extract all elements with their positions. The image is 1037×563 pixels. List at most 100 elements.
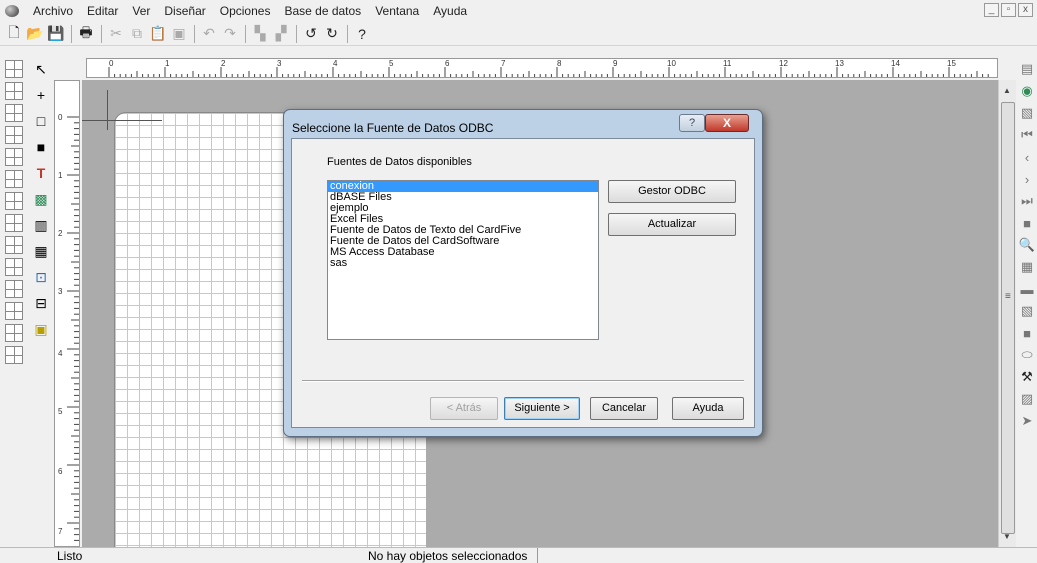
dialog-title: Seleccione la Fuente de Datos ODBC — [292, 121, 494, 135]
print-preview-icon[interactable]: ▦ — [1018, 258, 1036, 276]
list-item[interactable]: sas — [328, 258, 598, 269]
grid-icon[interactable] — [5, 126, 23, 144]
horizontal-ruler: 0 1 2 3 4 5 6 7 8 9 10 11 12 13 14 15 — [86, 58, 998, 78]
last-record-icon[interactable]: ⏭ — [1018, 192, 1036, 210]
redo-icon[interactable]: ↷ — [220, 24, 240, 44]
print-icon[interactable]: 🖶 — [76, 24, 96, 44]
help-button[interactable]: Ayuda — [672, 397, 744, 420]
odbc-dialog: Seleccione la Fuente de Datos ODBC ? X F… — [283, 109, 763, 437]
menu-archivo[interactable]: Archivo — [26, 1, 80, 21]
pointer-icon[interactable]: ↖ — [30, 58, 52, 80]
magstripe-icon[interactable]: ⊟ — [30, 292, 52, 314]
grid-icon[interactable] — [5, 236, 23, 254]
hammer-icon[interactable]: ⚒ — [1018, 368, 1036, 386]
app-icon[interactable] — [4, 3, 20, 19]
minimize-button[interactable]: _ — [984, 3, 999, 17]
field-tool-icon[interactable]: ⊡ — [30, 266, 52, 288]
rectangle-icon[interactable]: □ — [30, 110, 52, 132]
arrow-icon[interactable]: ➤ — [1018, 412, 1036, 430]
rotate-left-icon[interactable]: ↺ — [301, 24, 321, 44]
line-tool-icon[interactable]: + — [30, 84, 52, 106]
vertical-ruler: 0 1 2 3 4 5 6 7 — [54, 80, 80, 547]
chip-icon[interactable]: ▣ — [30, 318, 52, 340]
grid-icon[interactable] — [5, 346, 23, 364]
scroll-up-icon[interactable]: ▲ — [1003, 86, 1011, 95]
gestor-odbc-button[interactable]: Gestor ODBC — [608, 180, 736, 203]
scroll-thumb[interactable]: ≡ — [1001, 102, 1015, 534]
dialog-separator — [302, 380, 744, 382]
status-bar: Listo No hay objetos seleccionados — [0, 547, 1037, 563]
scroll-down-icon[interactable]: ▼ — [1003, 532, 1011, 541]
guide-line — [107, 90, 108, 130]
dialog-close-button[interactable]: X — [705, 114, 749, 132]
menu-disenar[interactable]: Diseñar — [157, 1, 212, 21]
maximize-button[interactable]: ▫ — [1001, 3, 1016, 17]
data-sources-list[interactable]: conexion dBASE Files ejemplo Excel Files… — [327, 180, 599, 340]
grid-icon[interactable] — [5, 104, 23, 122]
grid-icon[interactable] — [5, 148, 23, 166]
filled-rectangle-icon[interactable]: ■ — [30, 136, 52, 158]
grid-icon[interactable] — [5, 258, 23, 276]
image-tool-icon[interactable]: ▩ — [30, 188, 52, 210]
menu-base-de-datos[interactable]: Base de datos — [277, 1, 368, 21]
printer-icon[interactable]: ⬭ — [1018, 346, 1036, 364]
previous-record-icon[interactable]: ‹ — [1018, 148, 1036, 166]
grid-palette — [0, 58, 28, 408]
menu-ayuda[interactable]: Ayuda — [426, 1, 474, 21]
record-icon[interactable]: ■ — [1018, 214, 1036, 232]
cut-icon[interactable]: ✂ — [106, 24, 126, 44]
menu-opciones[interactable]: Opciones — [213, 1, 278, 21]
database-icon[interactable]: ◉ — [1018, 82, 1036, 100]
toolbar-separator — [101, 24, 102, 43]
card-stack-icon[interactable]: ▧ — [1018, 302, 1036, 320]
undo-icon[interactable]: ↶ — [199, 24, 219, 44]
menu-ver[interactable]: Ver — [125, 1, 157, 21]
search-icon[interactable]: 🔍 — [1018, 236, 1036, 254]
cancel-button[interactable]: Cancelar — [590, 397, 658, 420]
copy-icon[interactable]: ⧉ — [127, 24, 147, 44]
help-icon[interactable]: ? — [352, 24, 372, 44]
next-record-icon[interactable]: › — [1018, 170, 1036, 188]
toolbar-separator — [296, 24, 297, 43]
dialog-help-button[interactable]: ? — [679, 114, 705, 132]
printer-icon[interactable]: ▬ — [1018, 280, 1036, 298]
grid-icon[interactable] — [5, 192, 23, 210]
text-tool-icon[interactable]: T — [30, 162, 52, 184]
send-backward-icon[interactable]: ▞ — [271, 24, 291, 44]
bring-forward-icon[interactable]: ▚ — [250, 24, 270, 44]
encode-icon[interactable]: ▨ — [1018, 390, 1036, 408]
next-button[interactable]: Siguiente > — [504, 397, 580, 420]
rotate-right-icon[interactable]: ↻ — [322, 24, 342, 44]
first-record-icon[interactable]: ⏮ — [1018, 126, 1036, 144]
pattern-icon[interactable]: ▦ — [30, 240, 52, 262]
selection-status: No hay objetos seleccionados — [368, 548, 538, 563]
paste-special-icon[interactable]: ▣ — [169, 24, 189, 44]
new-document-icon[interactable]: 🗋 — [4, 24, 24, 44]
save-icon[interactable]: 💾 — [46, 24, 66, 44]
layer-icon[interactable]: ■ — [1018, 324, 1036, 342]
list-item[interactable]: MS Access Database — [328, 247, 598, 258]
menu-editar[interactable]: Editar — [80, 1, 125, 21]
toolbar: 🗋 📂 💾 🖶 ✂ ⧉ 📋 ▣ ↶ ↷ ▚ ▞ ↺ ↻ ? — [0, 22, 1037, 46]
menu-ventana[interactable]: Ventana — [368, 1, 426, 21]
toolbar-separator — [71, 24, 72, 43]
barcode-icon[interactable]: ▥ — [30, 214, 52, 236]
table-icon[interactable]: ▤ — [1018, 60, 1036, 78]
grid-icon[interactable] — [5, 214, 23, 232]
grid-icon[interactable] — [5, 170, 23, 188]
filter-icon[interactable]: ▧ — [1018, 104, 1036, 122]
back-button[interactable]: < Atrás — [430, 397, 498, 420]
menu-bar: Archivo Editar Ver Diseñar Opciones Base… — [0, 0, 1037, 22]
grid-icon[interactable] — [5, 82, 23, 100]
vertical-scrollbar[interactable]: ▲ ≡ ▼ — [998, 80, 1016, 547]
grid-icon[interactable] — [5, 60, 23, 78]
grid-icon[interactable] — [5, 280, 23, 298]
paste-icon[interactable]: 📋 — [148, 24, 168, 44]
actualizar-button[interactable]: Actualizar — [608, 213, 736, 236]
grid-icon[interactable] — [5, 302, 23, 320]
status-text: Listo — [57, 549, 83, 563]
close-button[interactable]: x — [1018, 3, 1033, 17]
toolbar-separator — [347, 24, 348, 43]
open-folder-icon[interactable]: 📂 — [25, 24, 45, 44]
grid-icon[interactable] — [5, 324, 23, 342]
